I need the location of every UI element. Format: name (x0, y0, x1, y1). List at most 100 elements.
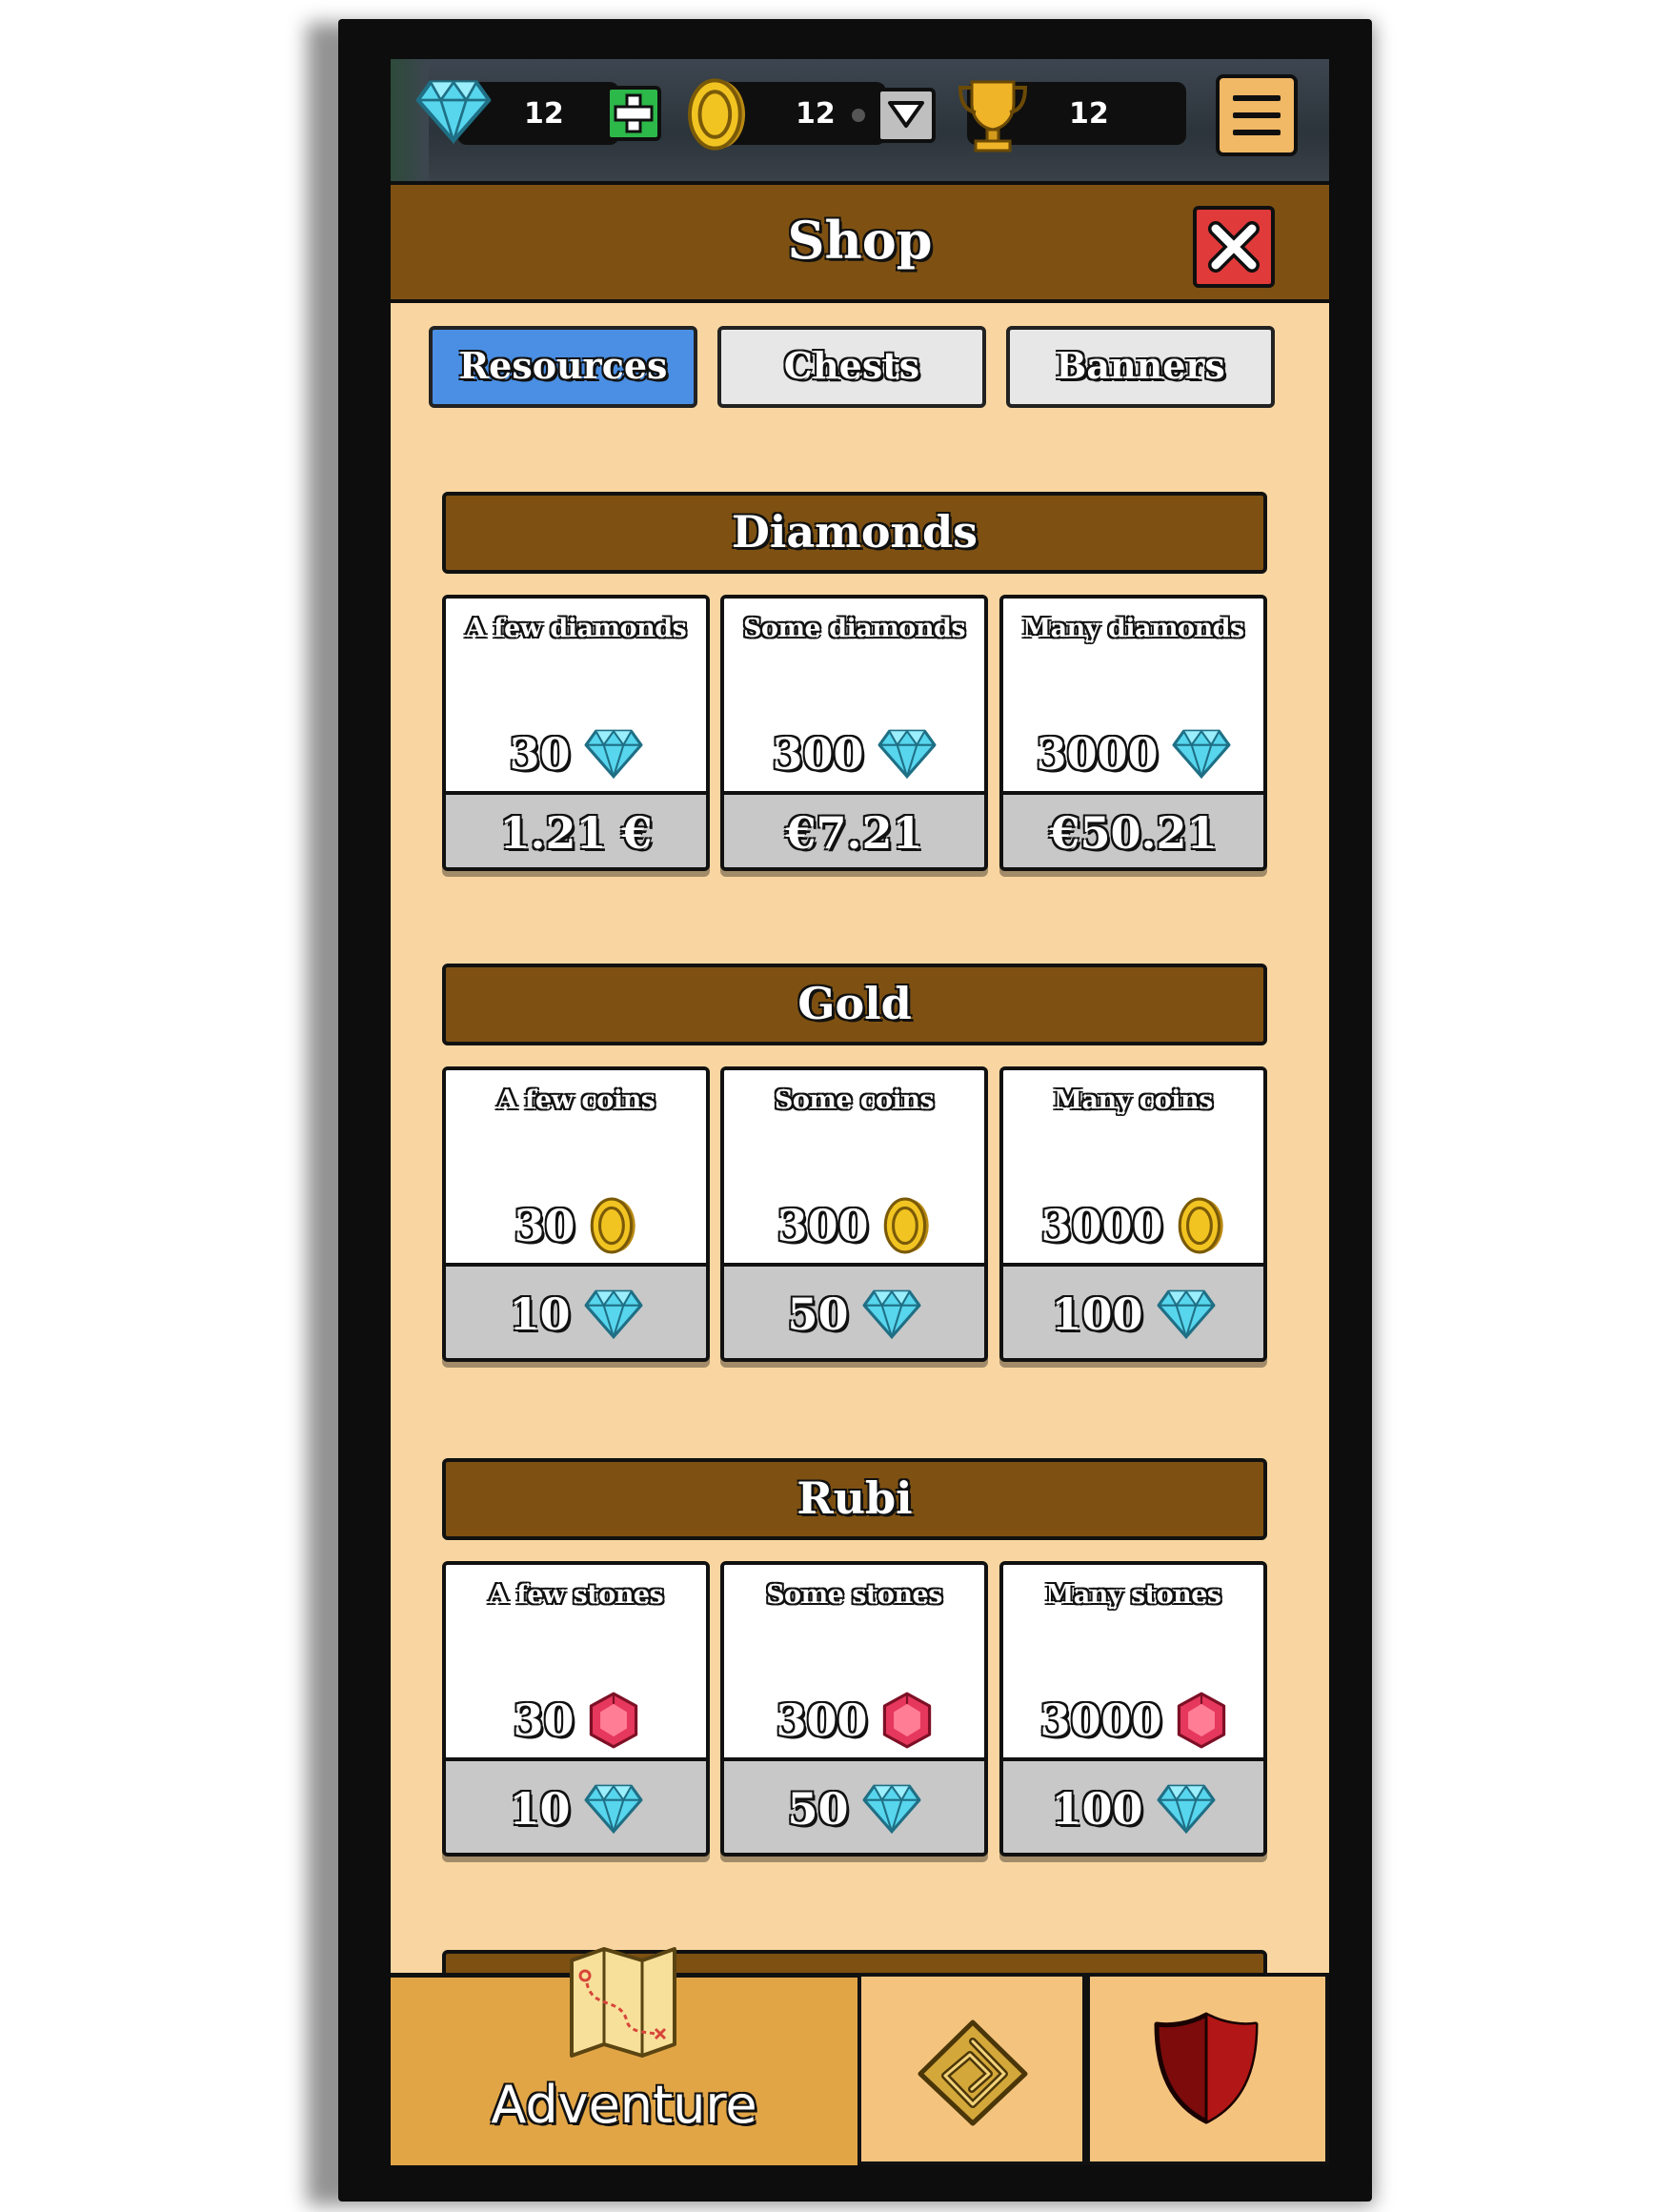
item-amount: 3000 (1039, 1695, 1162, 1746)
tab-chests[interactable]: Chests (717, 326, 986, 408)
diamond-icon (862, 1289, 921, 1339)
coin-indicator-dot (852, 109, 865, 122)
menu-button[interactable] (1216, 74, 1298, 156)
section-title-diamonds: Diamonds (442, 492, 1267, 574)
card-body: A few diamonds 30 (446, 599, 706, 791)
ruby-icon (1176, 1692, 1227, 1749)
item-price-bar: €50.21 (1003, 791, 1263, 867)
ruby-icon (881, 1692, 933, 1749)
item-name: Many stones (1045, 1580, 1221, 1610)
item-price: €50.21 (1049, 807, 1218, 859)
coin-icon (1177, 1196, 1226, 1255)
item-price-bar: 50 (724, 1757, 984, 1853)
item-amount-row: 300 (724, 1194, 984, 1257)
plus-icon (614, 93, 654, 133)
coin-dropdown-button[interactable] (877, 88, 936, 143)
item-price: 10 (509, 1783, 571, 1835)
add-diamonds-button[interactable] (606, 86, 661, 141)
item-price: €7.21 (785, 807, 923, 859)
card-body: A few stones 30 (446, 1565, 706, 1757)
item-amount-row: 3000 (1003, 1689, 1263, 1752)
item-name: A few coins (496, 1086, 656, 1115)
shop-item-stones-large[interactable]: Many stones 3000 100 (999, 1561, 1267, 1857)
ruby-icon (588, 1692, 639, 1749)
diamond-icon (1157, 1289, 1216, 1339)
item-price-bar: 10 (446, 1757, 706, 1853)
item-amount-row: 30 (446, 1194, 706, 1257)
item-name: Some diamonds (742, 614, 966, 643)
shop-item-diamonds-medium[interactable]: Some diamonds 300 €7.21 (720, 595, 988, 871)
diamond-icon (1157, 1784, 1216, 1834)
tab-resources[interactable]: Resources (429, 326, 697, 408)
shield-icon (1154, 2012, 1259, 2124)
item-name: A few stones (488, 1580, 664, 1610)
item-name: Some stones (766, 1580, 942, 1610)
coin-icon (882, 1196, 932, 1255)
item-amount-row: 3000 (1003, 722, 1263, 785)
card-body: Some coins 300 (724, 1070, 984, 1263)
card-body: Some stones 300 (724, 1565, 984, 1757)
item-price-bar: 10 (446, 1263, 706, 1358)
coin-icon (589, 1196, 638, 1255)
bottom-nav: Adventure (391, 1947, 1329, 2165)
item-price: 100 (1051, 1289, 1143, 1340)
card-body: Many coins 3000 (1003, 1070, 1263, 1263)
diamond-icon (584, 1784, 643, 1834)
diamond-icon (1172, 729, 1231, 779)
item-amount-row: 30 (446, 1689, 706, 1752)
shop-item-diamonds-small[interactable]: A few diamonds 30 1.21 € (442, 595, 710, 871)
shop-item-coins-large[interactable]: Many coins 3000 100 (999, 1066, 1267, 1362)
item-price-bar: €7.21 (724, 791, 984, 867)
shop-item-stones-medium[interactable]: Some stones 300 50 (720, 1561, 988, 1857)
item-amount: 3000 (1036, 728, 1159, 780)
diamond-icon (584, 1289, 643, 1339)
card-body: A few coins 30 (446, 1070, 706, 1263)
nav-tab-defense[interactable] (1086, 1973, 1329, 2165)
item-price-bar: 1.21 € (446, 791, 706, 867)
item-price-bar: 100 (1003, 1263, 1263, 1358)
shop-item-stones-small[interactable]: A few stones 30 10 (442, 1561, 710, 1857)
shop-header: Shop (391, 181, 1329, 303)
item-price: 1.21 € (499, 807, 653, 859)
section-title-rubi: Rubi (442, 1458, 1267, 1540)
shop-item-coins-small[interactable]: A few coins 30 10 (442, 1066, 710, 1362)
shop-item-diamonds-large[interactable]: Many diamonds 3000 €50.21 (999, 595, 1267, 871)
item-name: Many coins (1054, 1086, 1213, 1115)
diamond-icon (584, 729, 643, 779)
nav-tab-adventure-label: Adventure (491, 2075, 757, 2135)
coin-count: 12 (796, 97, 836, 131)
game-screen: 12 12 12 Shop Resources Chests Banners D… (391, 59, 1329, 2165)
item-amount-row: 3000 (1003, 1194, 1263, 1257)
page-title: Shop (787, 210, 933, 271)
diamond-count: 12 (524, 97, 564, 131)
shop-item-coins-medium[interactable]: Some coins 300 50 (720, 1066, 988, 1362)
close-button[interactable] (1193, 206, 1275, 288)
coin-icon (686, 76, 749, 152)
trophy-icon (958, 80, 1028, 152)
hamburger-icon-line (1233, 112, 1281, 118)
nav-tab-adventure[interactable]: Adventure (391, 1947, 857, 2165)
close-icon (1208, 221, 1260, 273)
tab-banners[interactable]: Banners (1006, 326, 1275, 408)
item-price-bar: 100 (1003, 1757, 1263, 1853)
item-amount-row: 30 (446, 722, 706, 785)
nav-tab-guild[interactable] (857, 1973, 1086, 2165)
item-amount-row: 300 (724, 1689, 984, 1752)
item-amount: 30 (513, 1695, 575, 1746)
map-icon (570, 1947, 676, 2058)
hamburger-icon-line (1233, 95, 1281, 101)
chevron-down-icon (888, 101, 924, 128)
item-price: 50 (787, 1783, 849, 1835)
item-amount-row: 300 (724, 722, 984, 785)
item-amount: 300 (777, 1200, 869, 1251)
card-body: Some diamonds 300 (724, 599, 984, 791)
diamond-icon (877, 729, 937, 779)
item-price: 50 (787, 1289, 849, 1340)
diamond-icon (862, 1784, 921, 1834)
item-name: Many diamonds (1022, 614, 1244, 643)
item-amount: 3000 (1040, 1200, 1163, 1251)
spiral-emblem-icon (918, 2019, 1028, 2126)
diamond-icon (415, 78, 492, 145)
item-price-bar: 50 (724, 1263, 984, 1358)
item-amount: 300 (772, 728, 864, 780)
